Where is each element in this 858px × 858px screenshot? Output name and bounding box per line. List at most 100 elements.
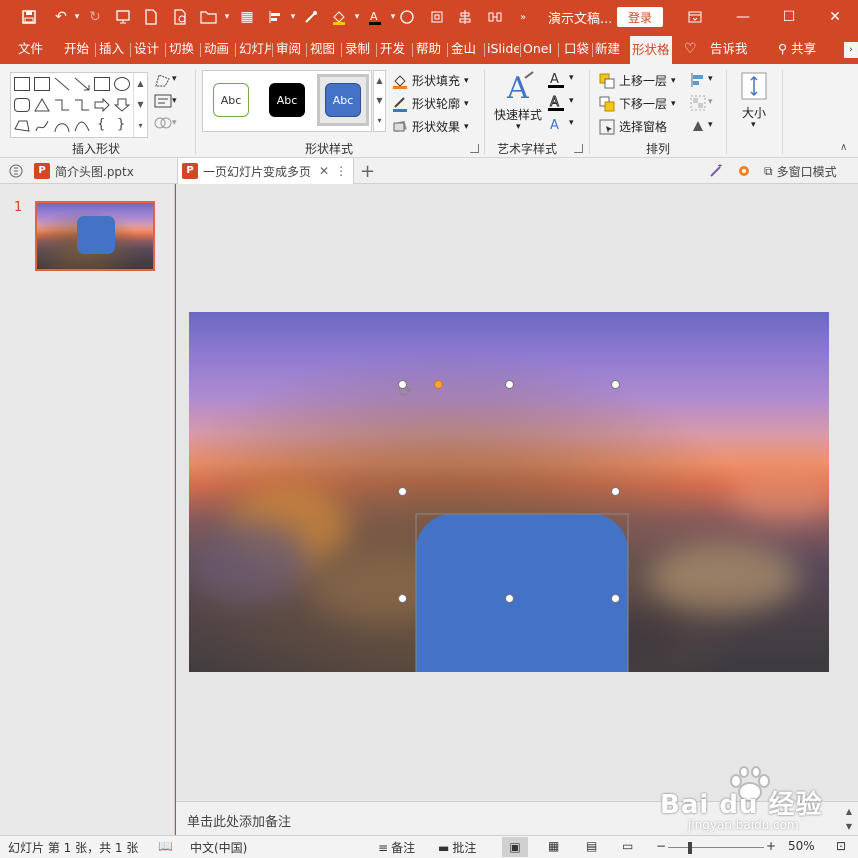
text-effects-icon[interactable]: A bbox=[547, 116, 567, 134]
grid-icon[interactable]: ▦ bbox=[236, 6, 258, 28]
edit-shape-icon[interactable] bbox=[154, 72, 172, 88]
normal-view-icon[interactable]: ▣ bbox=[502, 837, 528, 857]
text-effects-dropdown-icon[interactable]: ▾ bbox=[569, 118, 574, 128]
group-icon[interactable] bbox=[484, 6, 506, 28]
align-objects-icon[interactable] bbox=[690, 72, 706, 88]
rectangle-icon[interactable] bbox=[94, 77, 110, 91]
tab-list-icon[interactable] bbox=[8, 158, 24, 184]
zoom-slider[interactable] bbox=[668, 847, 764, 848]
slide-thumbnails-panel[interactable]: 1 bbox=[0, 184, 175, 835]
rounded-rectangle-icon[interactable] bbox=[14, 98, 30, 112]
tab-developer[interactable]: 开发 bbox=[380, 34, 410, 64]
circle-shape-icon[interactable] bbox=[396, 6, 418, 28]
styles-gallery-scroll[interactable]: ▲ ▼ ▾ bbox=[373, 70, 386, 132]
shapes-gallery-scroll[interactable]: ▲ ▼ ▾ bbox=[133, 73, 147, 137]
right-brace-icon[interactable]: } bbox=[117, 117, 125, 132]
shape-fill-button[interactable]: 形状填充 ▾ bbox=[392, 72, 469, 89]
selection-pane-button[interactable]: 选择窗格 bbox=[599, 118, 667, 135]
reading-view-icon[interactable]: ▤ bbox=[586, 839, 597, 853]
zoom-out-icon[interactable]: − bbox=[656, 839, 666, 853]
tab-onenote[interactable]: OneI bbox=[523, 34, 555, 64]
resize-handle-left[interactable] bbox=[398, 487, 407, 496]
language-indicator[interactable]: 中文(中国) bbox=[190, 839, 247, 856]
zoom-in-icon[interactable]: + bbox=[766, 839, 776, 853]
adjustment-handle[interactable] bbox=[434, 380, 443, 389]
tab-review[interactable]: 审阅 bbox=[276, 34, 301, 64]
tab-file[interactable]: 文件 bbox=[18, 34, 43, 64]
resize-handle-top-left[interactable] bbox=[398, 380, 407, 389]
tab-slideshow[interactable]: 幻灯片 bbox=[239, 34, 271, 64]
tab-shape-format[interactable]: 形状格 bbox=[630, 36, 672, 64]
group-objects-icon[interactable] bbox=[690, 95, 706, 111]
redo-icon[interactable]: ↻ bbox=[84, 6, 106, 28]
wordart-launcher-icon[interactable] bbox=[574, 144, 583, 153]
distribute-icon[interactable] bbox=[454, 6, 476, 28]
tab-animations[interactable]: 动画 bbox=[204, 34, 229, 64]
line-icon[interactable] bbox=[54, 77, 70, 91]
document-tab-2-active[interactable]: P 一页幻灯片变成多页 ✕ ⋮ bbox=[177, 158, 354, 184]
elbow-arrow-icon[interactable] bbox=[74, 98, 90, 112]
tab-record[interactable]: 录制 bbox=[345, 34, 370, 64]
maximize-icon[interactable]: ☐ bbox=[774, 4, 804, 30]
slideshow-view-icon[interactable]: ▭ bbox=[622, 839, 633, 853]
resize-handle-right[interactable] bbox=[611, 487, 620, 496]
slide-info[interactable]: 幻灯片 第 1 张，共 1 张 bbox=[8, 839, 138, 856]
style-option-blue-selected[interactable]: Abc bbox=[317, 74, 369, 126]
scribble-icon[interactable] bbox=[34, 119, 50, 133]
zoom-slider-thumb[interactable] bbox=[688, 842, 692, 854]
print-preview-icon[interactable] bbox=[170, 6, 192, 28]
share-button[interactable]: ⚲ 共享 bbox=[778, 34, 816, 64]
magic-wand-icon[interactable] bbox=[708, 158, 724, 184]
tab-help[interactable]: 帮助 bbox=[416, 34, 441, 64]
tab-kingsoft[interactable]: 金山 bbox=[451, 34, 483, 64]
rotate-objects-icon[interactable] bbox=[690, 118, 706, 134]
tab-design[interactable]: 设计 bbox=[134, 34, 159, 64]
zoom-level[interactable]: 50% bbox=[788, 839, 815, 853]
quick-styles-label[interactable]: 快速样式 bbox=[494, 106, 542, 123]
text-box-icon[interactable] bbox=[154, 94, 172, 108]
resize-handle-top[interactable] bbox=[505, 380, 514, 389]
text-box-dropdown-icon[interactable]: ▾ bbox=[172, 96, 177, 106]
textbox-icon[interactable] bbox=[14, 77, 30, 91]
tab-transitions[interactable]: 切换 bbox=[169, 34, 194, 64]
tab-more-icon[interactable]: ⋮ bbox=[335, 164, 347, 178]
curve-icon[interactable] bbox=[74, 119, 90, 133]
send-backward-button[interactable]: 下移一层 ▾ bbox=[599, 95, 676, 112]
tab-insert[interactable]: 插入 bbox=[99, 34, 124, 64]
resize-handle-bottom-left[interactable] bbox=[398, 594, 407, 603]
text-outline-dropdown-icon[interactable]: ▾ bbox=[569, 96, 574, 106]
right-arrow-shape-icon[interactable] bbox=[94, 98, 110, 112]
notes-scroll-icon[interactable]: ▲ ▼ bbox=[842, 804, 856, 834]
text-fill-icon[interactable]: A bbox=[547, 71, 567, 89]
crop-icon[interactable] bbox=[426, 6, 448, 28]
folder-dropdown-icon[interactable]: ▾ bbox=[216, 6, 238, 28]
wordart-quick-styles-icon[interactable]: A bbox=[505, 70, 535, 106]
close-tab-icon[interactable]: ✕ bbox=[319, 164, 329, 178]
tab-view[interactable]: 视图 bbox=[310, 34, 335, 64]
eyedropper-icon[interactable] bbox=[300, 6, 322, 28]
align-objects-dropdown-icon[interactable]: ▾ bbox=[708, 74, 713, 84]
close-icon[interactable]: ✕ bbox=[820, 4, 850, 30]
shape-effects-button[interactable]: 形状效果 ▾ bbox=[392, 118, 469, 135]
size-icon[interactable] bbox=[740, 72, 768, 100]
comments-toggle-button[interactable]: ▬ 批注 bbox=[438, 839, 476, 856]
ribbon-scroll-right-icon[interactable]: › bbox=[844, 42, 858, 58]
quick-styles-dropdown-icon[interactable]: ▾ bbox=[516, 122, 521, 132]
style-option-black[interactable]: Abc bbox=[261, 74, 313, 126]
resize-handle-bottom[interactable] bbox=[505, 594, 514, 603]
tab-home[interactable]: 开始 bbox=[64, 34, 89, 64]
start-slideshow-icon[interactable] bbox=[112, 6, 134, 28]
ribbon-display-options-icon[interactable] bbox=[680, 4, 710, 30]
bring-forward-button[interactable]: 上移一层 ▾ bbox=[599, 72, 676, 89]
tab-new[interactable]: 新建 bbox=[595, 34, 627, 64]
new-tab-icon[interactable]: + bbox=[360, 158, 375, 184]
group-objects-dropdown-icon[interactable]: ▾ bbox=[708, 97, 713, 107]
elbow-connector-icon[interactable] bbox=[54, 98, 70, 112]
freeform-icon[interactable] bbox=[14, 119, 30, 133]
tell-me-search[interactable]: 告诉我 bbox=[710, 34, 748, 64]
new-file-icon[interactable] bbox=[140, 6, 162, 28]
slide-thumbnail[interactable] bbox=[35, 201, 155, 271]
shapes-gallery[interactable]: { } ▲ ▼ ▾ bbox=[10, 72, 148, 138]
merge-shapes-icon[interactable] bbox=[154, 116, 172, 130]
size-dropdown-icon[interactable]: ▾ bbox=[751, 120, 756, 130]
